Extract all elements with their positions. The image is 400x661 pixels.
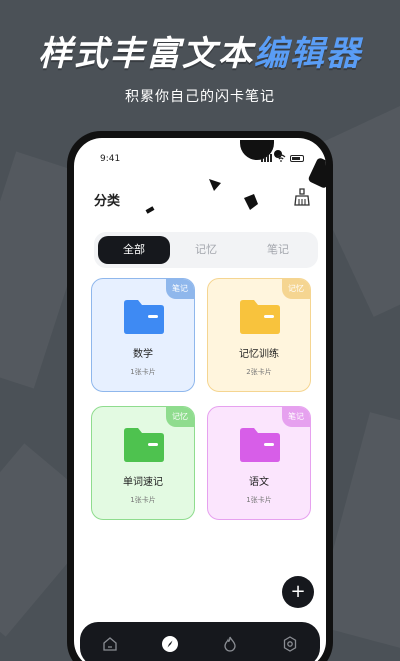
card-name: 语文 [249, 477, 269, 488]
promo-subline: 积累你自己的闪卡笔记 [125, 89, 275, 105]
nav-home[interactable] [99, 633, 121, 655]
decor-dash [145, 206, 155, 214]
settings-icon [283, 636, 297, 652]
card-tag: 笔记 [166, 279, 194, 299]
category-card-vocab[interactable]: 记忆 单词速记 1张卡片 [91, 406, 195, 520]
folder-icon [124, 300, 164, 334]
folder-icon [240, 300, 280, 334]
card-count: 1张卡片 [130, 496, 156, 504]
category-card-chinese[interactable]: 笔记 语文 1张卡片 [207, 406, 311, 520]
card-name: 数学 [133, 349, 153, 360]
card-tag: 笔记 [282, 407, 310, 427]
promo-headline: 样式丰富文本编辑器 [0, 26, 400, 75]
broom-icon[interactable] [294, 188, 310, 206]
decor-note [244, 194, 258, 210]
nav-hot[interactable] [219, 633, 241, 655]
nav-settings[interactable] [279, 633, 301, 655]
tab-all[interactable]: 全部 [98, 236, 170, 264]
category-card-math[interactable]: 笔记 数学 1张卡片 [91, 278, 195, 392]
card-tag: 记忆 [166, 407, 194, 427]
app-screen: 9:41 分类 全部 记忆 笔记 笔记 数学 1张卡片 记忆 记忆训练 2张卡片… [74, 138, 326, 661]
fire-icon [224, 636, 236, 652]
category-card-memory-training[interactable]: 记忆 记忆训练 2张卡片 [207, 278, 311, 392]
page-title: 分类 [94, 194, 121, 209]
folder-icon [240, 428, 280, 462]
battery-icon [290, 154, 304, 162]
signal-icon [261, 154, 272, 162]
bottom-nav [80, 622, 320, 661]
category-tabs: 全部 记忆 笔记 [94, 232, 318, 268]
card-count: 1张卡片 [246, 496, 272, 504]
home-icon [103, 637, 117, 651]
tab-memory[interactable]: 记忆 [170, 236, 242, 264]
card-name: 记忆训练 [239, 349, 279, 360]
folder-icon [124, 428, 164, 462]
compass-icon [162, 636, 178, 652]
promo-headline-main: 样式丰富文本 [38, 34, 254, 74]
status-bar: 9:41 [74, 152, 326, 168]
wifi-icon [276, 154, 286, 162]
card-count: 2张卡片 [246, 368, 272, 376]
card-tag: 记忆 [282, 279, 310, 299]
tab-notes[interactable]: 笔记 [242, 236, 314, 264]
phone-frame: 9:41 分类 全部 记忆 笔记 笔记 数学 1张卡片 记忆 记忆训练 2张卡片… [67, 131, 333, 661]
card-count: 1张卡片 [130, 368, 156, 376]
nav-explore[interactable] [159, 633, 181, 655]
promo-headline-accent: 编辑器 [254, 34, 362, 74]
add-button[interactable]: + [282, 576, 314, 608]
status-time: 9:41 [100, 154, 121, 164]
decor-triangle [209, 179, 221, 191]
card-name: 单词速记 [123, 477, 163, 488]
